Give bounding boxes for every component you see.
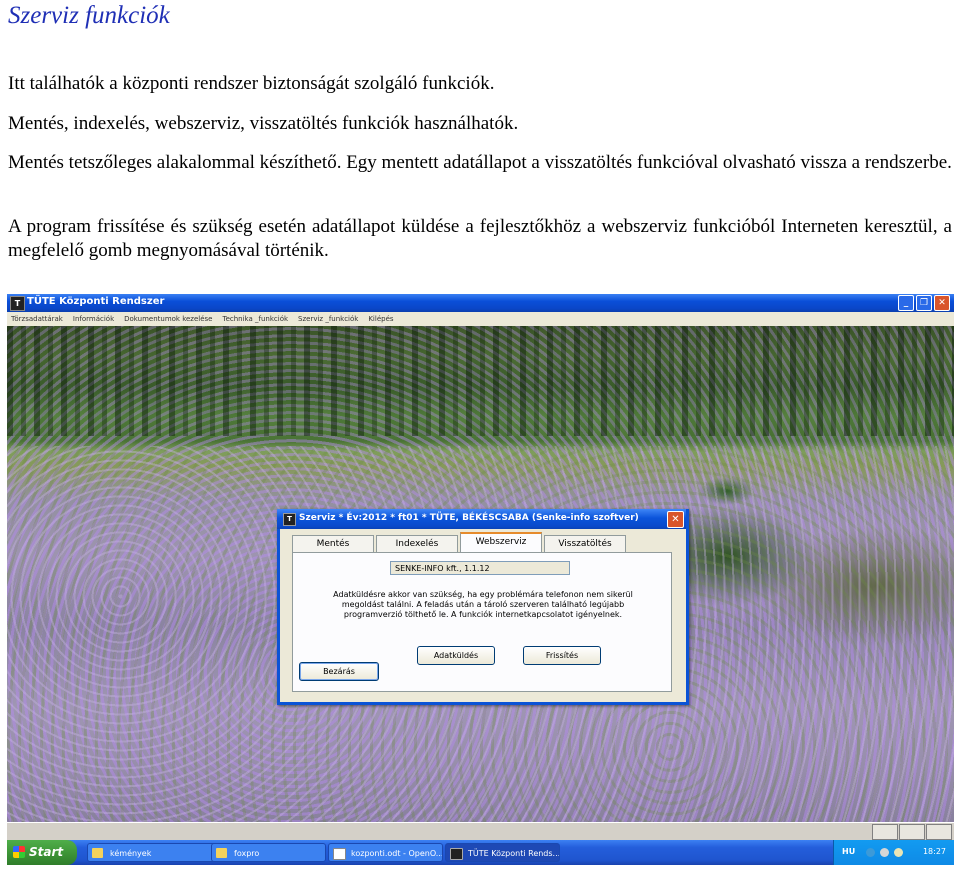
minimize-icon[interactable]: _ [898,295,914,311]
tab-indexing[interactable]: Indexelés [376,535,458,553]
menu-item-exit[interactable]: Kilépés [368,312,393,326]
app-title: TÜTE Központi Rendszer [27,296,165,307]
paragraph-intro: Itt találhatók a központi rendszer bizto… [8,73,495,94]
tab-backup[interactable]: Mentés [292,535,374,553]
dialog-title: Szerviz * Év:2012 * ft01 * TÜTE, BÉKÉSCS… [299,513,639,523]
menu-item-information[interactable]: Információk [73,312,114,326]
taskbar-item-label: kémények [110,849,152,858]
taskbar-item-label: kozponti.odt - OpenO... [351,849,443,858]
taskbar-item-foxpro[interactable]: foxpro [211,843,326,862]
folder-icon [216,848,227,858]
windows-logo-icon [13,846,25,858]
paragraph-backup: Mentés tetszőleges alakalommal készíthet… [8,152,952,173]
menu-item-documents[interactable]: Dokumentumok kezelése [124,312,212,326]
dialog-titlebar: T Szerviz * Év:2012 * ft01 * TÜTE, BÉKÉS… [277,509,686,529]
maximize-icon[interactable]: ❐ [916,295,932,311]
service-dialog: T Szerviz * Év:2012 * ft01 * TÜTE, BÉKÉS… [277,509,689,705]
menu-item-technical[interactable]: Technika _funkciók [223,312,289,326]
send-data-button[interactable]: Adatküldés [417,646,495,665]
status-box [872,824,898,840]
start-label: Start [29,845,64,859]
taskbar-item-tute[interactable]: TÜTE Központi Rends... [445,843,560,862]
close-button[interactable]: Bezárás [299,662,379,681]
update-button[interactable]: Frissítés [523,646,601,665]
taskbar: Start kémények foxpro kozponti.odt - Ope… [7,840,954,865]
paragraph-webservice: A program frissítése és szükség esetén a… [8,216,952,261]
document-title: Szerviz funkciók [8,2,170,29]
status-box [899,824,925,840]
app-icon [450,848,463,860]
menu-item-master-data[interactable]: Törzsadattárak [11,312,63,326]
dialog-app-icon: T [283,513,296,526]
document-icon [333,848,346,860]
tab-webservice[interactable]: Webszerviz [460,532,542,554]
network-icon[interactable] [880,848,889,857]
app-icon: T [10,296,25,311]
webservice-panel: SENKE-INFO kft., 1.1.12 Adatküldésre akk… [292,552,672,692]
window-controls: _ ❐ ✕ [898,295,950,311]
dialog-close-icon[interactable]: ✕ [667,511,684,528]
taskbar-item-label: foxpro [234,849,260,858]
info-text: Adatküldésre akkor van szükség, ha egy p… [333,590,633,619]
help-icon[interactable] [866,848,875,857]
status-strip [7,822,954,841]
system-tray: HU 18:27 [833,840,954,865]
app-titlebar: T TÜTE Központi Rendszer _ ❐ ✕ [7,294,954,312]
forest-background [7,326,954,436]
taskbar-item-openoffice[interactable]: kozponti.odt - OpenO... [328,843,443,862]
menu-item-service[interactable]: Szerviz _funkciók [298,312,358,326]
start-button[interactable]: Start [7,840,77,865]
status-boxes [872,824,952,840]
tab-restore[interactable]: Visszatöltés [544,535,626,553]
menu-bar: Törzsadattárak Információk Dokumentumok … [7,312,954,326]
company-version-field: SENKE-INFO kft., 1.1.12 [390,561,570,575]
language-indicator[interactable]: HU [842,847,855,856]
desktop-background: T Szerviz * Év:2012 * ft01 * TÜTE, BÉKÉS… [7,326,954,822]
status-box [926,824,952,840]
folder-icon [92,848,103,858]
clock: 18:27 [922,847,946,856]
embedded-screenshot: T TÜTE Központi Rendszer _ ❐ ✕ Törzsadat… [7,294,954,865]
taskbar-item-label: TÜTE Központi Rends... [468,849,560,858]
volume-icon[interactable] [894,848,903,857]
paragraph-functions: Mentés, indexelés, webszerviz, visszatöl… [8,113,519,134]
close-icon[interactable]: ✕ [934,295,950,311]
